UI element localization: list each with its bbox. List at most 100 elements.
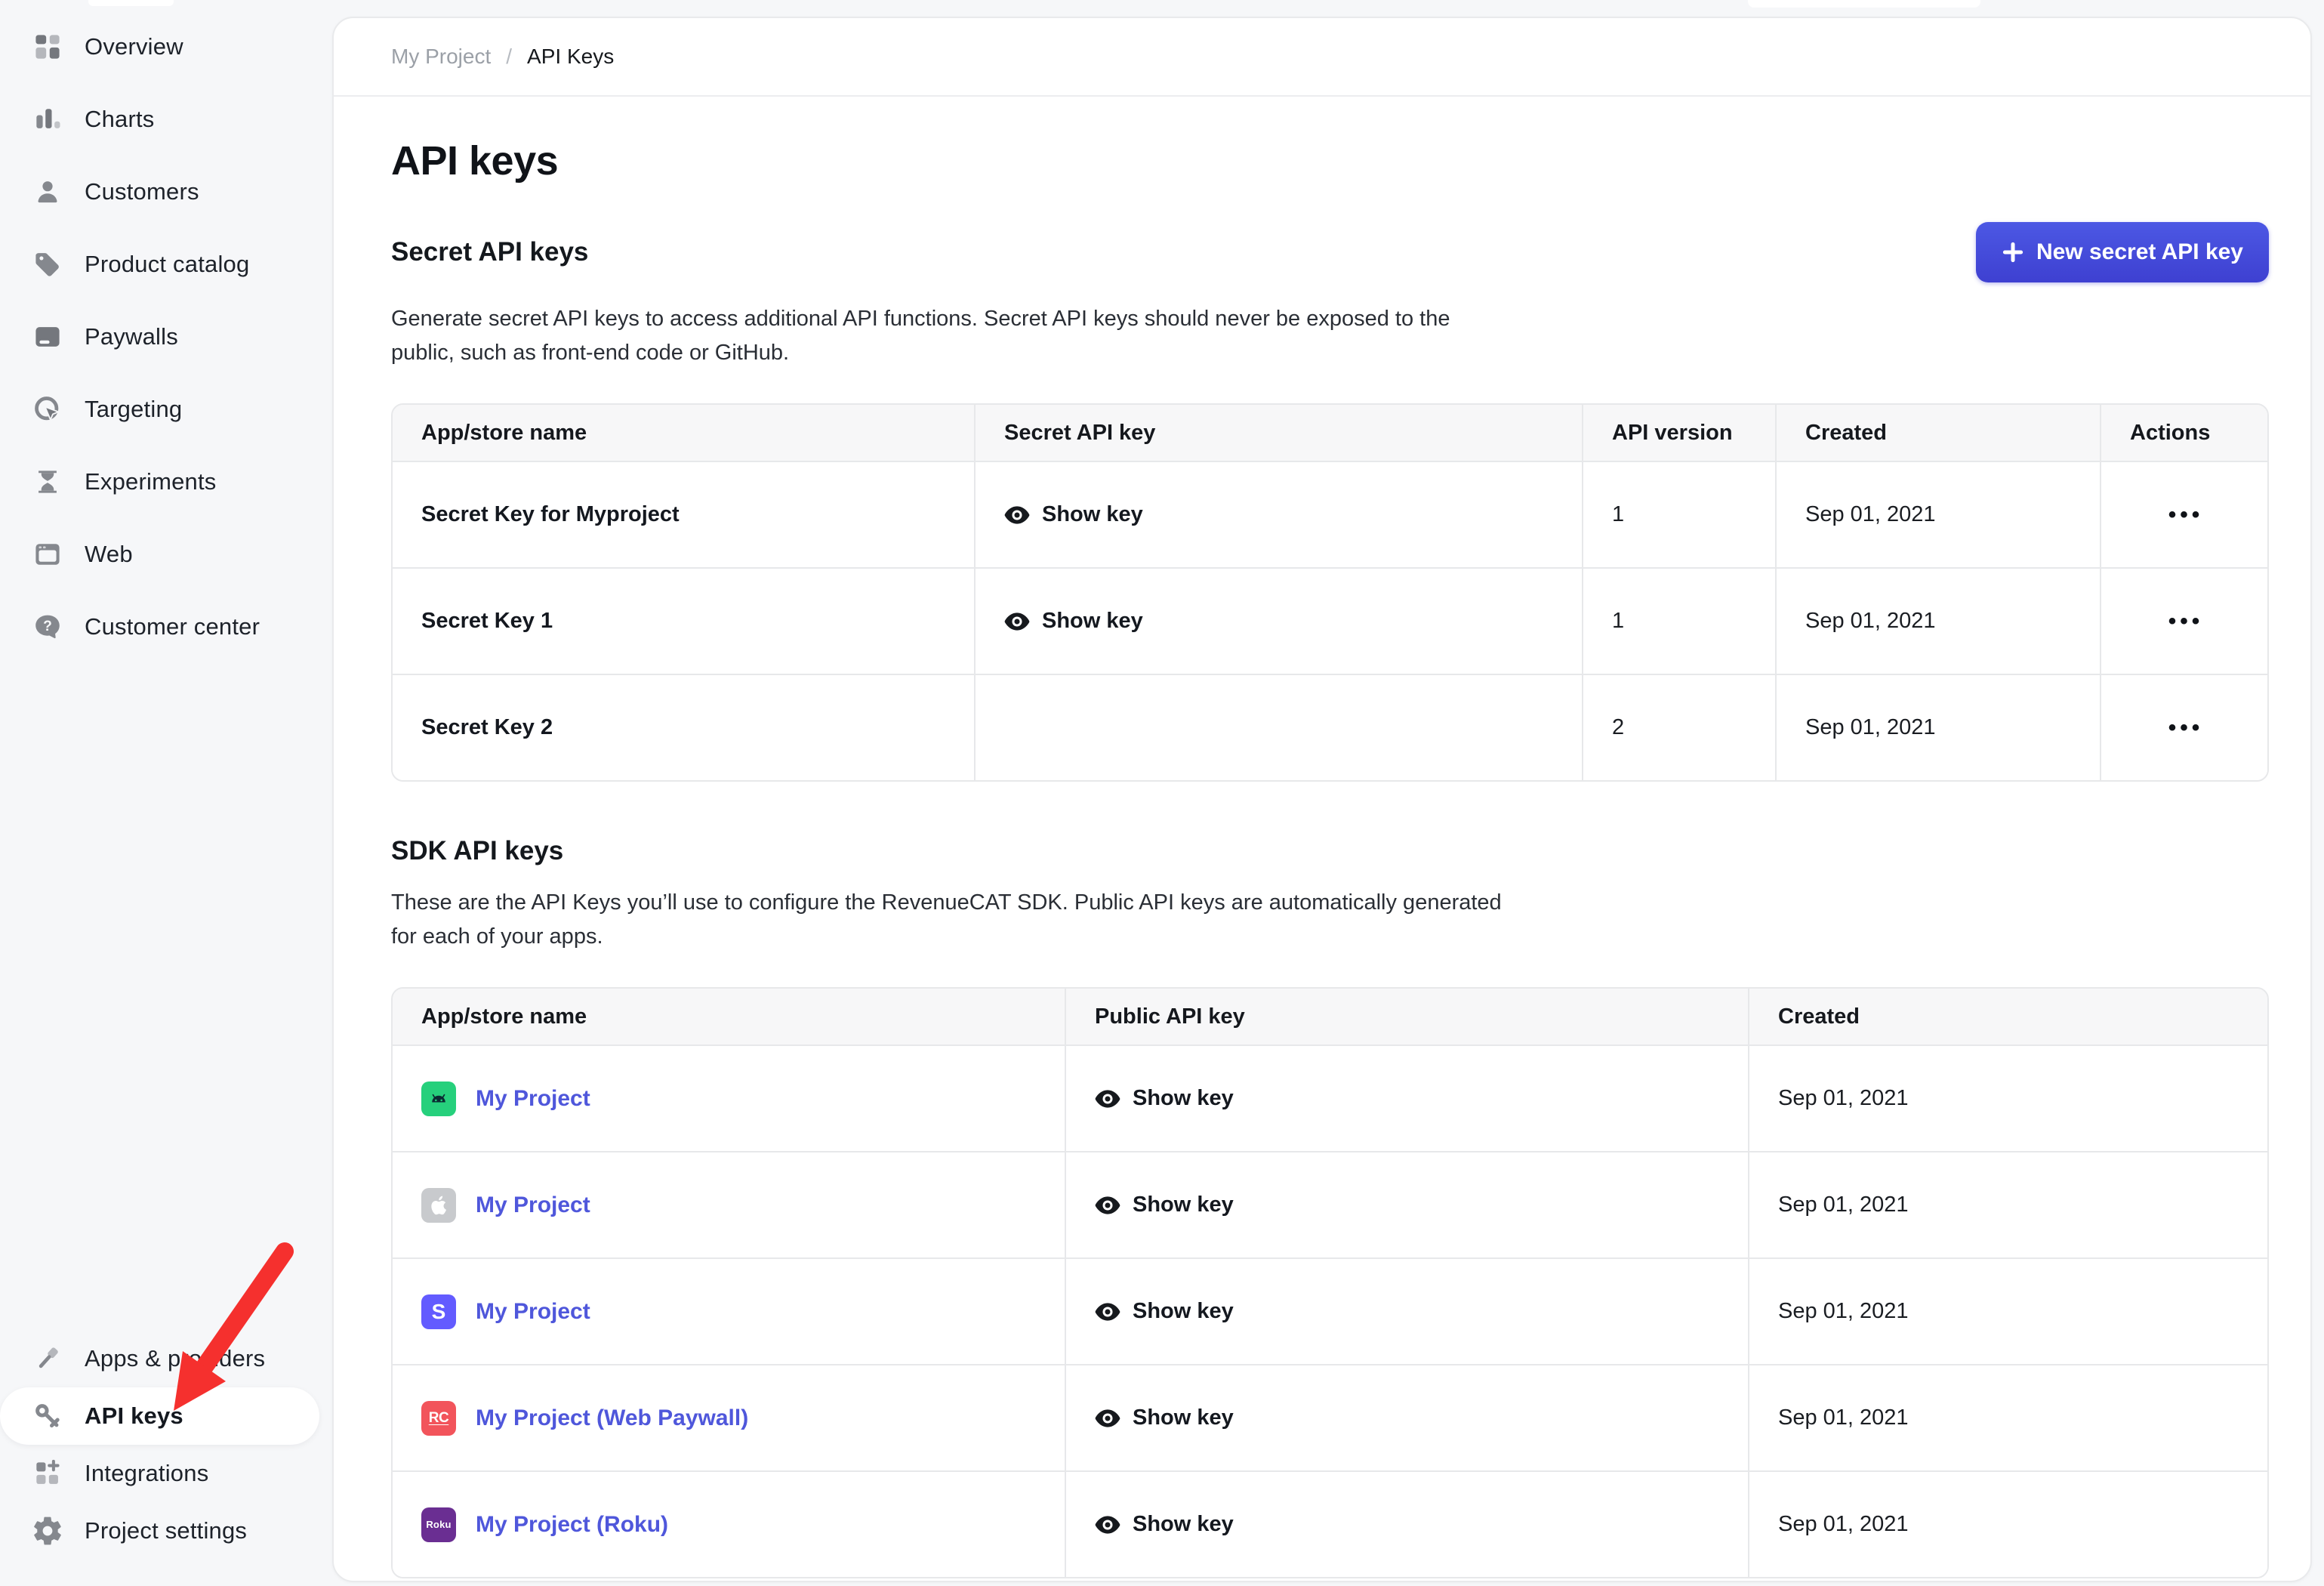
sidebar-item-label: Paywalls — [85, 323, 178, 350]
sidebar-item-experiments[interactable]: Experiments — [0, 446, 332, 518]
key-icon — [30, 1399, 65, 1433]
show-key-button[interactable]: Show key — [1095, 1299, 1234, 1324]
column-header: Created — [1749, 989, 2269, 1044]
sdk-keys-heading: SDK API keys — [391, 836, 2253, 866]
customers-icon — [30, 174, 65, 209]
sidebar-item-label: Integrations — [85, 1460, 208, 1487]
sidebar-main-nav: Overview Charts Customers Product catalo… — [0, 11, 332, 663]
table-row: Roku My Project (Roku) Show key Sep 01, … — [393, 1470, 2267, 1577]
sidebar-item-label: Charts — [85, 106, 155, 133]
table-row: My Project Show key Sep 01, 2021 — [393, 1151, 2267, 1257]
experiment-icon — [30, 464, 65, 499]
svg-text:?: ? — [43, 619, 52, 634]
sidebar-item-product-catalog[interactable]: Product catalog — [0, 228, 332, 301]
sidebar-item-label: Project settings — [85, 1517, 247, 1544]
column-header: API version — [1583, 405, 1777, 461]
apple-icon — [421, 1188, 456, 1223]
top-edge-cutoff-element — [1748, 0, 1980, 8]
show-key-button[interactable]: Show key — [1004, 609, 1143, 634]
sdk-api-keys-table: App/store name Public API key Created My… — [391, 987, 2269, 1578]
roku-icon: Roku — [421, 1507, 456, 1542]
column-header: Created — [1777, 405, 2101, 461]
breadcrumb-project-link[interactable]: My Project — [391, 45, 491, 69]
sidebar-item-label: Customers — [85, 178, 199, 205]
secret-key-name: Secret Key for Myproject — [393, 462, 976, 567]
sidebar-item-label: Customer center — [85, 613, 260, 640]
paywall-card-icon — [30, 319, 65, 354]
created-date: Sep 01, 2021 — [1777, 462, 2101, 567]
sidebar-item-web[interactable]: Web — [0, 518, 332, 591]
created-date: Sep 01, 2021 — [1749, 1046, 2269, 1151]
table-row: Secret Key for Myproject Show key 1 Sep … — [393, 461, 2267, 567]
created-date: Sep 01, 2021 — [1777, 569, 2101, 674]
target-cursor-icon — [30, 392, 65, 427]
sidebar-item-project-settings[interactable]: Project settings — [0, 1502, 332, 1560]
sidebar-item-integrations[interactable]: Integrations — [0, 1445, 332, 1502]
table-row: RC My Project (Web Paywall) Show key Sep… — [393, 1364, 2267, 1470]
row-actions-menu-button[interactable]: ••• — [2168, 715, 2204, 741]
sidebar-item-apps-providers[interactable]: Apps & providers — [0, 1330, 332, 1387]
stripe-icon: S — [421, 1294, 456, 1329]
app-link[interactable]: S My Project — [421, 1294, 590, 1329]
breadcrumb: My Project / API Keys — [334, 18, 2310, 97]
gear-icon — [30, 1513, 65, 1548]
empty-key-cell — [976, 675, 1583, 780]
secret-api-keys-table: App/store name Secret API key API versio… — [391, 403, 2269, 782]
integrations-icon — [30, 1456, 65, 1491]
main-panel: My Project / API Keys API keys Secret AP… — [332, 17, 2312, 1582]
show-key-button[interactable]: Show key — [1095, 1193, 1234, 1217]
table-row: S My Project Show key Sep 01, 2021 — [393, 1257, 2267, 1364]
show-key-button[interactable]: Show key — [1095, 1086, 1234, 1111]
eye-icon — [1095, 1409, 1120, 1428]
sidebar-item-label: Web — [85, 541, 133, 568]
created-date: Sep 01, 2021 — [1749, 1365, 2269, 1470]
sidebar-item-customer-center[interactable]: ? Customer center — [0, 591, 332, 663]
api-version: 1 — [1583, 569, 1777, 674]
column-header: App/store name — [393, 405, 976, 461]
row-actions-menu-button[interactable]: ••• — [2168, 609, 2204, 634]
show-key-button[interactable]: Show key — [1004, 502, 1143, 527]
sidebar-item-label: Experiments — [85, 468, 217, 495]
sidebar-item-targeting[interactable]: Targeting — [0, 373, 332, 446]
eye-icon — [1095, 1302, 1120, 1322]
column-header: Public API key — [1066, 989, 1749, 1044]
overview-icon — [30, 29, 65, 64]
revenuecat-icon: RC — [421, 1401, 456, 1436]
show-key-button[interactable]: Show key — [1095, 1405, 1234, 1430]
eye-icon — [1095, 1196, 1120, 1215]
column-header: App/store name — [393, 989, 1066, 1044]
sidebar-item-charts[interactable]: Charts — [0, 83, 332, 156]
table-row: Secret Key 2 2 Sep 01, 2021 ••• — [393, 674, 2267, 780]
new-secret-api-key-button[interactable]: New secret API key — [1976, 222, 2269, 282]
plus-icon — [2002, 241, 2024, 264]
help-bubble-icon: ? — [30, 609, 65, 644]
app-link[interactable]: RC My Project (Web Paywall) — [421, 1401, 748, 1436]
tag-icon — [30, 247, 65, 282]
api-version: 2 — [1583, 675, 1777, 780]
sidebar-item-overview[interactable]: Overview — [0, 11, 332, 83]
breadcrumb-current: API Keys — [527, 45, 614, 69]
sidebar-item-api-keys[interactable]: API keys — [0, 1387, 319, 1445]
eye-icon — [1095, 1089, 1120, 1109]
secret-keys-heading: Secret API keys — [391, 237, 588, 267]
top-edge-cutoff-element — [88, 0, 174, 6]
column-header: Actions — [2101, 405, 2269, 461]
secret-key-name: Secret Key 2 — [393, 675, 976, 780]
sidebar-item-label: Overview — [85, 33, 183, 60]
secret-table-header-row: App/store name Secret API key API versio… — [393, 405, 2267, 461]
eye-icon — [1095, 1515, 1120, 1535]
sidebar-item-customers[interactable]: Customers — [0, 156, 332, 228]
android-icon — [421, 1082, 456, 1116]
sidebar: Overview Charts Customers Product catalo… — [0, 0, 332, 1586]
row-actions-menu-button[interactable]: ••• — [2168, 502, 2204, 528]
browser-icon — [30, 537, 65, 572]
app-link[interactable]: Roku My Project (Roku) — [421, 1507, 668, 1542]
sidebar-item-paywalls[interactable]: Paywalls — [0, 301, 332, 373]
app-link[interactable]: My Project — [421, 1188, 590, 1223]
sdk-table-header-row: App/store name Public API key Created — [393, 989, 2267, 1044]
show-key-button[interactable]: Show key — [1095, 1512, 1234, 1537]
table-row: My Project Show key Sep 01, 2021 — [393, 1044, 2267, 1151]
eye-icon — [1004, 505, 1030, 525]
created-date: Sep 01, 2021 — [1777, 675, 2101, 780]
app-link[interactable]: My Project — [421, 1082, 590, 1116]
